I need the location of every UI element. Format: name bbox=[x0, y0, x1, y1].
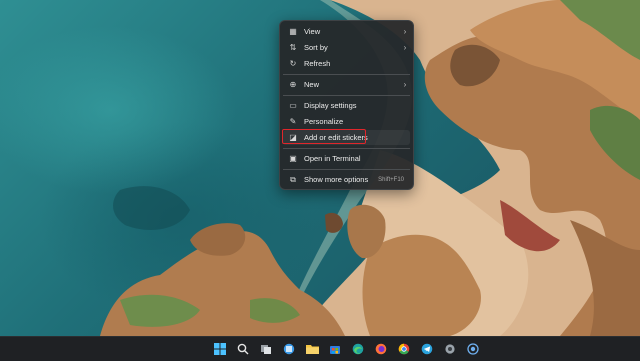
menu-item-add-or-edit-stickers[interactable]: ◪ Add or edit stickers bbox=[283, 130, 410, 145]
search-icon[interactable] bbox=[236, 342, 250, 356]
chevron-right-icon: › bbox=[403, 27, 407, 36]
new-plus-icon: ⊕ bbox=[289, 80, 297, 89]
menu-item-label: Open in Terminal bbox=[304, 154, 361, 163]
telegram-icon[interactable] bbox=[420, 342, 434, 356]
display-icon: ▭ bbox=[289, 101, 297, 110]
menu-item-label: Sort by bbox=[304, 43, 328, 52]
menu-item-label: Personalize bbox=[304, 117, 344, 126]
chevron-right-icon: › bbox=[403, 80, 407, 89]
menu-separator bbox=[283, 95, 410, 96]
shortcut-label: Shift+F10 bbox=[378, 176, 404, 183]
menu-item-label: Show more options bbox=[304, 175, 369, 184]
sort-icon: ⇅ bbox=[289, 43, 297, 52]
menu-item-show-more-options[interactable]: ⧉ Show more options Shift+F10 bbox=[283, 172, 410, 187]
menu-separator bbox=[283, 169, 410, 170]
menu-item-sort-by[interactable]: ⇅ Sort by › bbox=[283, 40, 410, 55]
menu-item-label: Display settings bbox=[304, 101, 357, 110]
task-view-icon[interactable] bbox=[259, 342, 273, 356]
file-explorer-icon[interactable] bbox=[305, 342, 319, 356]
chevron-right-icon: › bbox=[403, 43, 407, 52]
terminal-icon: ▣ bbox=[289, 154, 297, 163]
widgets-icon[interactable] bbox=[282, 342, 296, 356]
brush-icon: ✎ bbox=[289, 117, 297, 126]
sticker-icon: ◪ bbox=[289, 133, 297, 142]
menu-item-open-in-terminal[interactable]: ▣ Open in Terminal bbox=[283, 151, 410, 166]
edge-icon[interactable] bbox=[351, 342, 365, 356]
menu-separator bbox=[283, 74, 410, 75]
menu-item-label: View bbox=[304, 27, 321, 36]
menu-item-label: New bbox=[304, 80, 320, 89]
desktop-context-menu: ▦ View › ⇅ Sort by › ↻ Refresh ⊕ New › ▭… bbox=[279, 20, 414, 190]
menu-item-new[interactable]: ⊕ New › bbox=[283, 77, 410, 92]
chrome-icon[interactable] bbox=[397, 342, 411, 356]
settings-icon[interactable] bbox=[443, 342, 457, 356]
taskbar bbox=[0, 336, 640, 361]
menu-item-personalize[interactable]: ✎ Personalize bbox=[283, 114, 410, 129]
windows-start-icon[interactable] bbox=[213, 342, 227, 356]
menu-item-label: Add or edit stickers bbox=[304, 133, 368, 142]
microsoft-store-icon[interactable] bbox=[328, 342, 342, 356]
menu-item-refresh[interactable]: ↻ Refresh bbox=[283, 56, 410, 71]
menu-item-display-settings[interactable]: ▭ Display settings bbox=[283, 98, 410, 113]
app-icon[interactable] bbox=[466, 342, 480, 356]
more-options-icon: ⧉ bbox=[290, 174, 296, 184]
menu-separator bbox=[283, 148, 410, 149]
refresh-icon: ↻ bbox=[289, 59, 297, 68]
menu-item-label: Refresh bbox=[304, 59, 331, 68]
menu-item-view[interactable]: ▦ View › bbox=[283, 24, 410, 39]
view-grid-icon: ▦ bbox=[289, 27, 297, 36]
firefox-icon[interactable] bbox=[374, 342, 388, 356]
